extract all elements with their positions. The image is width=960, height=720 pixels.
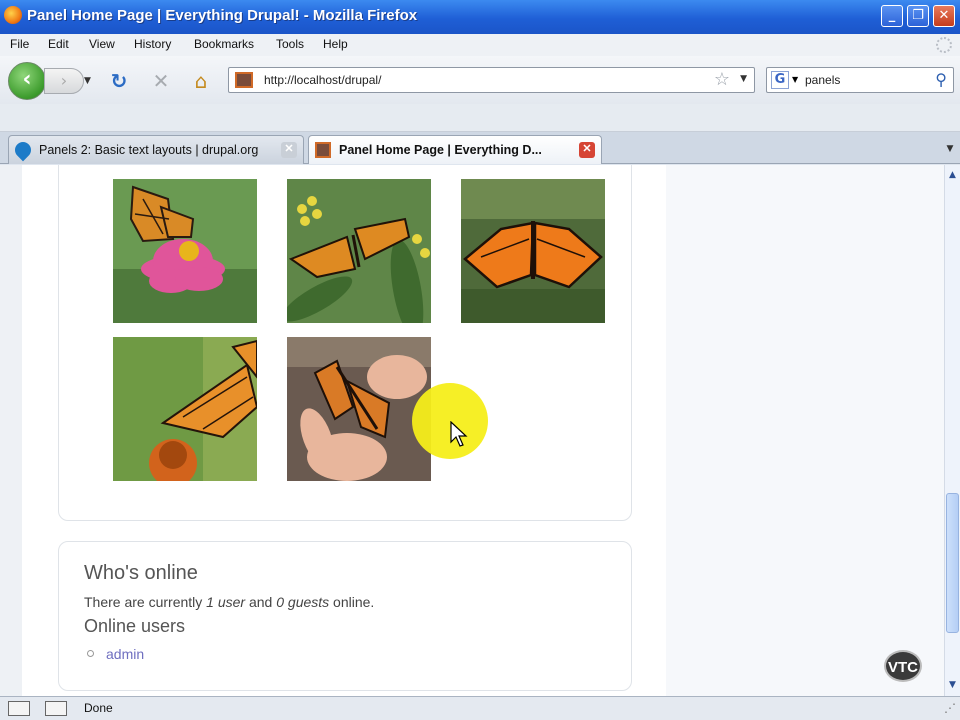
- menu-file[interactable]: File: [10, 37, 29, 51]
- resize-grip-icon[interactable]: ⋰: [944, 701, 956, 715]
- status-bar: Done ⋰: [0, 696, 960, 720]
- tab-panels-2-basic-text-layouts[interactable]: Panels 2: Basic text layouts | drupal.or…: [8, 135, 304, 164]
- whos-online-heading: Who's online: [84, 562, 198, 584]
- url-text[interactable]: http://localhost/drupal/: [264, 73, 381, 87]
- firefox-logo-icon: [4, 6, 22, 24]
- window-title: Panel Home Page | Everything Drupal! - M…: [27, 7, 418, 24]
- keyboard-icon[interactable]: [45, 701, 67, 716]
- tab-list-dropdown-icon[interactable]: ▼: [942, 138, 958, 160]
- history-dropdown-icon[interactable]: ▼: [84, 76, 92, 86]
- screen-icon[interactable]: [8, 701, 30, 716]
- butterfly-gallery-block: [58, 165, 632, 521]
- gallery-image-1[interactable]: [113, 179, 257, 323]
- right-sidebar-column: [666, 165, 944, 696]
- menu-tools[interactable]: Tools: [276, 37, 304, 51]
- menu-bookmarks[interactable]: Bookmarks: [194, 37, 254, 51]
- page-viewport: Who's online There are currently 1 user …: [0, 165, 944, 696]
- bookmark-star-icon[interactable]: ☆: [714, 69, 730, 90]
- status-text: Done: [84, 701, 113, 715]
- tab-label: Panels 2: Basic text layouts | drupal.or…: [39, 143, 259, 157]
- search-bar[interactable]: G ▼ panels ⚲: [766, 67, 954, 93]
- close-tab-icon[interactable]: ✕: [579, 142, 595, 158]
- scrollbar-thumb[interactable]: [946, 493, 959, 633]
- tab-label: Panel Home Page | Everything D...: [339, 143, 542, 157]
- menu-history[interactable]: History: [134, 37, 171, 51]
- close-window-button[interactable]: ✕: [933, 5, 955, 27]
- mouse-pointer-icon: [450, 421, 468, 447]
- scroll-up-arrow-icon[interactable]: ▲: [945, 167, 960, 183]
- back-button[interactable]: ‹: [8, 62, 46, 100]
- menu-help[interactable]: Help: [323, 37, 348, 51]
- drupal-favicon-icon: [11, 138, 35, 162]
- scroll-down-arrow-icon[interactable]: ▼: [945, 677, 960, 693]
- tab-strip: Panels 2: Basic text layouts | drupal.or…: [0, 132, 960, 164]
- window-titlebar: Panel Home Page | Everything Drupal! - M…: [0, 0, 960, 34]
- list-bullet-icon: [87, 650, 94, 657]
- online-status-text: There are currently 1 user and 0 guests …: [84, 594, 375, 610]
- gallery-image-3[interactable]: [461, 179, 605, 323]
- maximize-button[interactable]: ❐: [907, 5, 929, 27]
- search-engine-icon[interactable]: G: [771, 71, 789, 89]
- gallery-image-5[interactable]: [287, 337, 431, 481]
- url-history-dropdown-icon[interactable]: ▼: [740, 74, 747, 84]
- vertical-scrollbar[interactable]: ▲ ▼: [944, 165, 960, 696]
- menu-view[interactable]: View: [89, 37, 115, 51]
- search-icon[interactable]: ⚲: [935, 70, 947, 89]
- close-tab-icon[interactable]: ✕: [281, 142, 297, 158]
- search-engine-dropdown-icon[interactable]: ▼: [792, 75, 798, 84]
- menu-bar: File Edit View History Bookmarks Tools H…: [0, 34, 960, 56]
- guest-count: 0 guests: [276, 594, 330, 610]
- home-icon[interactable]: ⌂: [188, 68, 214, 94]
- tab-panel-home-page[interactable]: Panel Home Page | Everything D... ✕: [308, 135, 602, 164]
- address-bar[interactable]: http://localhost/drupal/ ☆ ▼: [228, 67, 755, 93]
- reload-icon[interactable]: ↻: [106, 68, 132, 94]
- vtc-watermark-logo: VTC: [884, 650, 922, 682]
- main-content-column: Who's online There are currently 1 user …: [22, 165, 666, 696]
- online-user-link-admin[interactable]: admin: [106, 646, 144, 662]
- forward-button[interactable]: ›: [44, 68, 84, 94]
- stop-icon[interactable]: ✕: [148, 68, 174, 94]
- gallery-image-2[interactable]: [287, 179, 431, 323]
- user-count: 1 user: [206, 594, 246, 610]
- minimize-button[interactable]: _: [881, 5, 903, 27]
- whos-online-block: Who's online There are currently 1 user …: [58, 541, 632, 691]
- search-input[interactable]: panels: [805, 73, 840, 87]
- bookmarks-toolbar: [0, 104, 960, 132]
- site-favicon-icon: [235, 72, 253, 88]
- site-favicon-icon: [315, 142, 331, 158]
- online-users-heading: Online users: [84, 616, 186, 636]
- gallery-image-4[interactable]: [113, 337, 257, 481]
- menu-edit[interactable]: Edit: [48, 37, 69, 51]
- activity-throbber-icon: [936, 37, 952, 53]
